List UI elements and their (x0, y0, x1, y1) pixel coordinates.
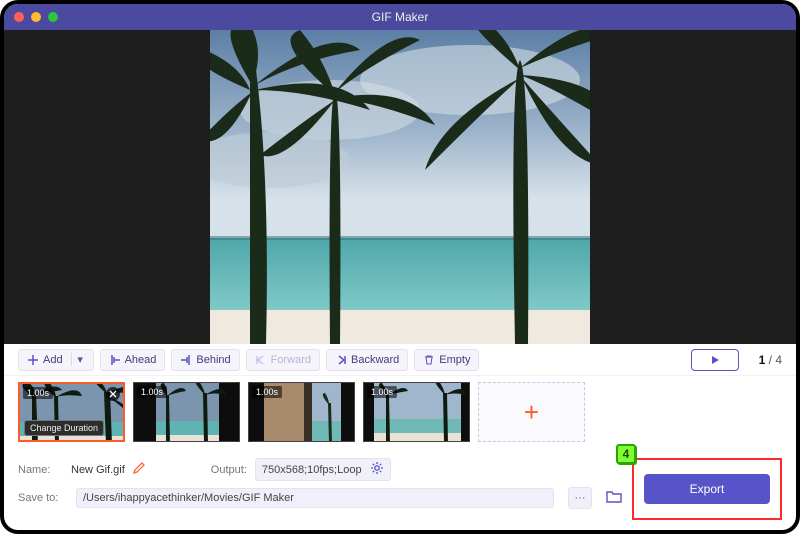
ahead-icon (109, 354, 121, 366)
frame-duration: 1.00s (137, 386, 167, 398)
empty-button[interactable]: Empty (414, 349, 479, 371)
change-duration-button[interactable]: Change Duration (24, 420, 104, 436)
gear-icon (370, 461, 384, 475)
plus-icon (27, 354, 39, 366)
output-label: Output: (211, 464, 247, 476)
close-icon (109, 390, 117, 398)
frame-duration: 1.00s (252, 386, 282, 398)
output-settings-box[interactable]: 750x568;10fps;Loop (255, 458, 391, 481)
save-path-box: /Users/ihappyacethinker/Movies/GIF Maker (76, 488, 554, 508)
ahead-button[interactable]: Ahead (100, 349, 166, 371)
add-button[interactable]: Add ▾ (18, 349, 94, 371)
dropdown-caret-icon[interactable]: ▾ (71, 353, 85, 366)
export-button[interactable]: Export (644, 474, 770, 504)
frame-thumbnail[interactable]: 1.00s (363, 382, 470, 442)
preview-area (4, 30, 796, 344)
output-value: 750x568;10fps;Loop (262, 464, 362, 476)
output-settings-button[interactable] (370, 461, 384, 478)
backward-label: Backward (351, 354, 399, 366)
frame-duration: 1.00s (23, 387, 53, 399)
open-folder-button[interactable] (606, 489, 622, 508)
trash-icon (423, 354, 435, 366)
plus-icon: + (524, 397, 539, 428)
empty-label: Empty (439, 354, 470, 366)
frame-duration: 1.00s (367, 386, 397, 398)
frames-strip: 1.00s Change Duration 1.00s 1.00s 1.00s … (4, 376, 796, 454)
forward-button[interactable]: Forward (246, 349, 320, 371)
frame-toolbar: Add ▾ Ahead Behind Forward Backward (4, 344, 796, 376)
title-bar: GIF Maker (4, 4, 796, 30)
output-settings: Name: New Gif.gif Output: 750x568;10fps;… (18, 458, 622, 520)
total-frames: 4 (775, 353, 782, 367)
more-icon: ··· (575, 492, 586, 504)
folder-icon (606, 489, 622, 503)
window-title: GIF Maker (4, 10, 796, 24)
remove-frame-button[interactable] (106, 387, 120, 401)
export-highlight: 4 Export (632, 458, 782, 520)
behind-icon (180, 354, 192, 366)
bottom-panel: Name: New Gif.gif Output: 750x568;10fps;… (4, 454, 796, 530)
name-label: Name: (18, 464, 63, 476)
ahead-label: Ahead (125, 354, 157, 366)
pencil-icon (133, 462, 145, 474)
play-button[interactable] (691, 349, 739, 371)
frame-thumbnail[interactable]: 1.00s (133, 382, 240, 442)
behind-label: Behind (196, 354, 230, 366)
preview-image (210, 30, 590, 344)
step-badge: 4 (616, 444, 636, 464)
play-icon (710, 355, 720, 365)
backward-button[interactable]: Backward (326, 349, 408, 371)
edit-name-button[interactable] (133, 462, 145, 477)
save-path-value: /Users/ihappyacethinker/Movies/GIF Maker (83, 492, 294, 504)
frame-counter: 1 / 4 (759, 353, 782, 367)
add-frame-slot[interactable]: + (478, 382, 585, 442)
add-label: Add (43, 354, 63, 366)
app-window: GIF Maker (0, 0, 800, 534)
forward-label: Forward (271, 354, 311, 366)
name-value: New Gif.gif (71, 464, 125, 476)
behind-button[interactable]: Behind (171, 349, 239, 371)
frame-thumbnail[interactable]: 1.00s Change Duration (18, 382, 125, 442)
frame-thumbnail[interactable]: 1.00s (248, 382, 355, 442)
save-path-more-button[interactable]: ··· (568, 487, 592, 509)
forward-icon (255, 354, 267, 366)
backward-icon (335, 354, 347, 366)
save-label: Save to: (18, 492, 68, 504)
